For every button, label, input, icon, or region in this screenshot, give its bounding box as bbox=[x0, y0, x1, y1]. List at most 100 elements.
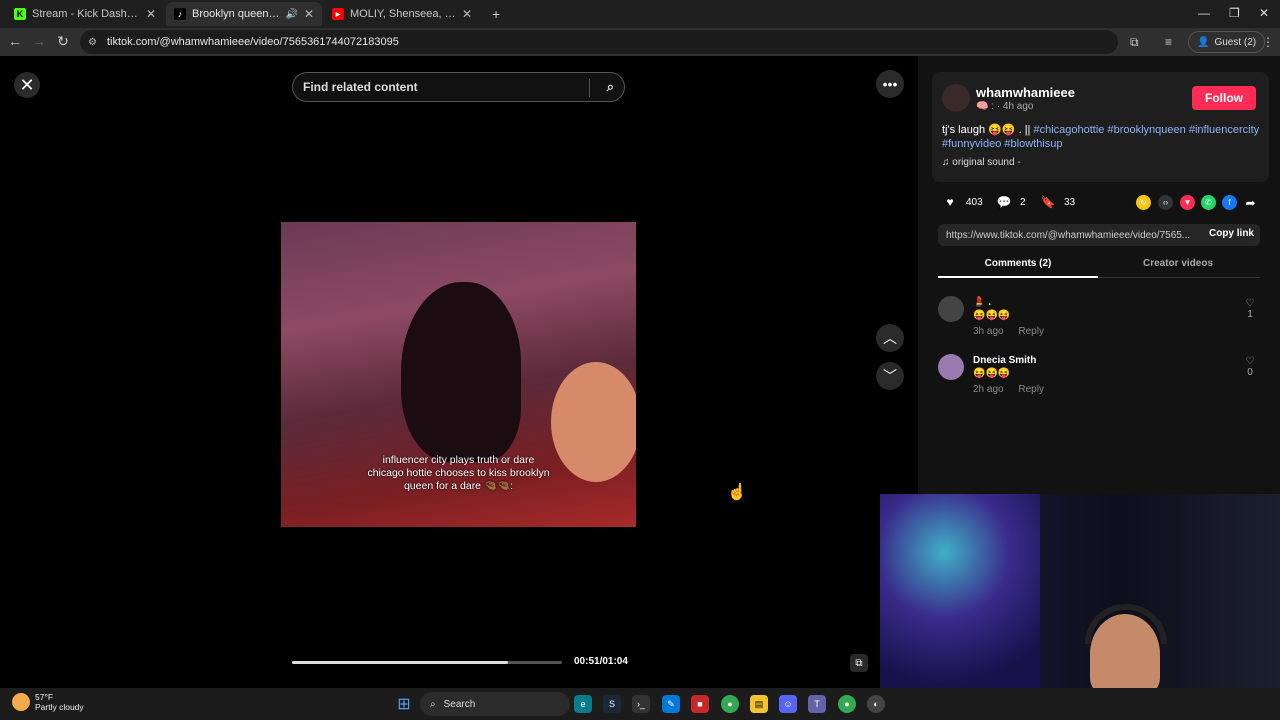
close-video-button[interactable]: ✕ bbox=[14, 72, 40, 98]
close-window-icon[interactable]: ✕ bbox=[1259, 6, 1269, 20]
close-tab-icon[interactable]: ✕ bbox=[304, 7, 314, 21]
avatar[interactable] bbox=[938, 354, 964, 380]
tab-kick-dashboard[interactable]: K Stream - Kick Dashboard ✕ bbox=[6, 2, 164, 26]
webcam-background bbox=[880, 494, 1040, 688]
youtube-favicon-icon: ▶ bbox=[332, 8, 344, 20]
reply-button[interactable]: Reply bbox=[1018, 384, 1044, 395]
chrome-icon[interactable]: ● bbox=[838, 695, 856, 713]
profile-button[interactable]: 👤 Guest (2) bbox=[1188, 31, 1266, 53]
previous-video-button[interactable]: ︿ bbox=[876, 324, 904, 352]
chrome-icon[interactable]: ● bbox=[721, 695, 739, 713]
tab-comments[interactable]: Comments (2) bbox=[938, 258, 1098, 269]
sidebar-tabs: Comments (2) Creator videos bbox=[938, 254, 1260, 278]
heart-icon: ♥ bbox=[946, 195, 954, 209]
picture-in-picture-icon[interactable]: ⧉ bbox=[850, 654, 868, 672]
comment-author[interactable]: Dnecia Smith bbox=[973, 355, 1036, 366]
speaker-icon[interactable]: 🔊 bbox=[285, 9, 297, 20]
tab-title: Brooklyn queen (@brookly bbox=[192, 8, 279, 20]
file-explorer-icon[interactable]: ▤ bbox=[750, 695, 768, 713]
active-tab-indicator bbox=[938, 276, 1098, 278]
next-video-button[interactable]: ﹀ bbox=[876, 362, 904, 390]
reload-icon[interactable]: ↻ bbox=[54, 33, 72, 50]
reply-button[interactable]: Reply bbox=[1018, 326, 1044, 337]
author-username[interactable]: whamwhamieee bbox=[976, 85, 1075, 100]
kick-favicon-icon: K bbox=[14, 8, 26, 20]
app-icon[interactable]: ✎ bbox=[662, 695, 680, 713]
weather-icon bbox=[12, 693, 30, 711]
share-icon[interactable]: ➦ bbox=[1243, 195, 1258, 210]
comment-meta: 2h ago Reply bbox=[973, 384, 1044, 395]
tiktok-favicon-icon: ♪ bbox=[174, 8, 186, 20]
restore-icon[interactable]: ❐ bbox=[1229, 6, 1240, 20]
tab-creator-videos[interactable]: Creator videos bbox=[1098, 258, 1258, 269]
app-icon[interactable]: ◐ bbox=[867, 695, 885, 713]
tab-tiktok[interactable]: ♪ Brooklyn queen (@brookly 🔊 ✕ bbox=[166, 2, 322, 26]
hashtag-link[interactable]: #blowthisup bbox=[1004, 138, 1062, 150]
minimize-icon[interactable]: — bbox=[1198, 6, 1210, 20]
action-bar: ♥ 403 💬 2 🔖 33 ↻ ‹› ▼ ✆ f ➦ bbox=[932, 194, 1272, 214]
hashtag-link[interactable]: #funnyvideo bbox=[942, 138, 1001, 150]
search-placeholder: Find related content bbox=[303, 80, 418, 94]
divider bbox=[589, 79, 590, 97]
comment-like-button[interactable]: ♡ 0 bbox=[1242, 356, 1258, 378]
weather-temp: 57°F bbox=[35, 692, 54, 702]
hashtag-link[interactable]: #influencercity bbox=[1189, 124, 1259, 136]
media-controls-icon[interactable]: ≡ bbox=[1165, 35, 1172, 49]
sound-link[interactable]: ♫ original sound - bbox=[942, 157, 1021, 168]
description-text: tj's laugh 😝😝 . || bbox=[942, 124, 1031, 136]
repost-icon[interactable]: ↻ bbox=[1136, 195, 1151, 210]
share-link-text[interactable]: https://www.tiktok.com/@whamwhamieee/vid… bbox=[946, 230, 1190, 241]
new-tab-button[interactable]: + bbox=[484, 2, 508, 26]
facebook-icon[interactable]: f bbox=[1222, 195, 1237, 210]
heart-outline-icon: ♡ bbox=[1245, 298, 1255, 309]
more-options-button[interactable]: ••• bbox=[876, 70, 904, 98]
address-bar[interactable]: ⚙ tiktok.com/@whamwhamieee/video/7565361… bbox=[80, 30, 1118, 54]
discord-icon[interactable]: ☺ bbox=[779, 695, 797, 713]
search-input[interactable]: Find related content ⌕ bbox=[292, 72, 625, 102]
caption-line: queen for a dare 🤏🏾🤏🏾: bbox=[403, 480, 514, 492]
tab-title: MOLIY, Shenseea, Skillibeng, Sh bbox=[350, 8, 456, 20]
save-button[interactable]: 🔖 33 bbox=[1040, 194, 1076, 210]
tiktok-video-page: ✕ influencer city plays truth or dare ch… bbox=[0, 56, 1280, 688]
copy-link-button[interactable]: Copy link bbox=[1209, 228, 1254, 239]
headset-shape bbox=[1085, 604, 1167, 644]
search-icon[interactable]: ⌕ bbox=[607, 79, 614, 95]
hashtag-link[interactable]: #brooklynqueen bbox=[1107, 124, 1185, 136]
send-icon[interactable]: ▼ bbox=[1180, 195, 1195, 210]
follow-button[interactable]: Follow bbox=[1192, 86, 1256, 110]
close-tab-icon[interactable]: ✕ bbox=[462, 7, 472, 21]
back-icon[interactable]: ← bbox=[6, 33, 24, 49]
terminal-icon[interactable]: ›_ bbox=[632, 695, 650, 713]
windows-start-icon[interactable]: ⊞ bbox=[395, 695, 413, 713]
weather-widget[interactable]: 57°F Partly cloudy bbox=[12, 692, 84, 712]
avatar[interactable] bbox=[942, 84, 970, 112]
install-app-icon[interactable]: ⧉ bbox=[1130, 35, 1139, 50]
menu-icon[interactable]: ⋮ bbox=[1262, 35, 1274, 49]
windows-taskbar: 57°F Partly cloudy ⊞ ⌕ Search e S ›_ ✎ ■… bbox=[0, 688, 1280, 720]
app-icon[interactable]: ■ bbox=[691, 695, 709, 713]
like-count: 403 bbox=[966, 196, 983, 208]
whatsapp-icon[interactable]: ✆ bbox=[1201, 195, 1216, 210]
taskbar-search[interactable]: ⌕ Search bbox=[420, 692, 570, 716]
embed-icon[interactable]: ‹› bbox=[1158, 195, 1173, 210]
steam-icon[interactable]: S bbox=[603, 695, 621, 713]
hashtag-link[interactable]: #chicagohottie bbox=[1033, 124, 1104, 136]
comment-button[interactable]: 💬 2 bbox=[996, 194, 1026, 210]
edge-icon[interactable]: e bbox=[574, 695, 592, 713]
comment-item: 💄 . 😝😝😝 3h ago Reply ♡ 1 bbox=[938, 296, 1260, 346]
comment-like-button[interactable]: ♡ 1 bbox=[1242, 298, 1258, 320]
music-note-icon: ♫ bbox=[942, 157, 950, 168]
close-tab-icon[interactable]: ✕ bbox=[146, 7, 156, 21]
video-player[interactable]: influencer city plays truth or dare chic… bbox=[281, 56, 636, 688]
tab-youtube[interactable]: ▶ MOLIY, Shenseea, Skillibeng, Sh ✕ bbox=[324, 2, 480, 26]
comment-author[interactable]: 💄 . bbox=[973, 297, 991, 308]
avatar[interactable] bbox=[938, 296, 964, 322]
browser-tab-strip: K Stream - Kick Dashboard ✕ ♪ Brooklyn q… bbox=[0, 0, 1280, 28]
post-description: tj's laugh 😝😝 . || #chicagohottie #brook… bbox=[942, 123, 1262, 151]
like-button[interactable]: ♥ 403 bbox=[942, 194, 983, 210]
heart-outline-icon: ♡ bbox=[1245, 356, 1255, 367]
video-progress-bar[interactable] bbox=[292, 661, 562, 664]
teams-icon[interactable]: T bbox=[808, 695, 826, 713]
site-info-icon[interactable]: ⚙ bbox=[88, 37, 97, 48]
forward-icon[interactable]: → bbox=[30, 33, 48, 49]
